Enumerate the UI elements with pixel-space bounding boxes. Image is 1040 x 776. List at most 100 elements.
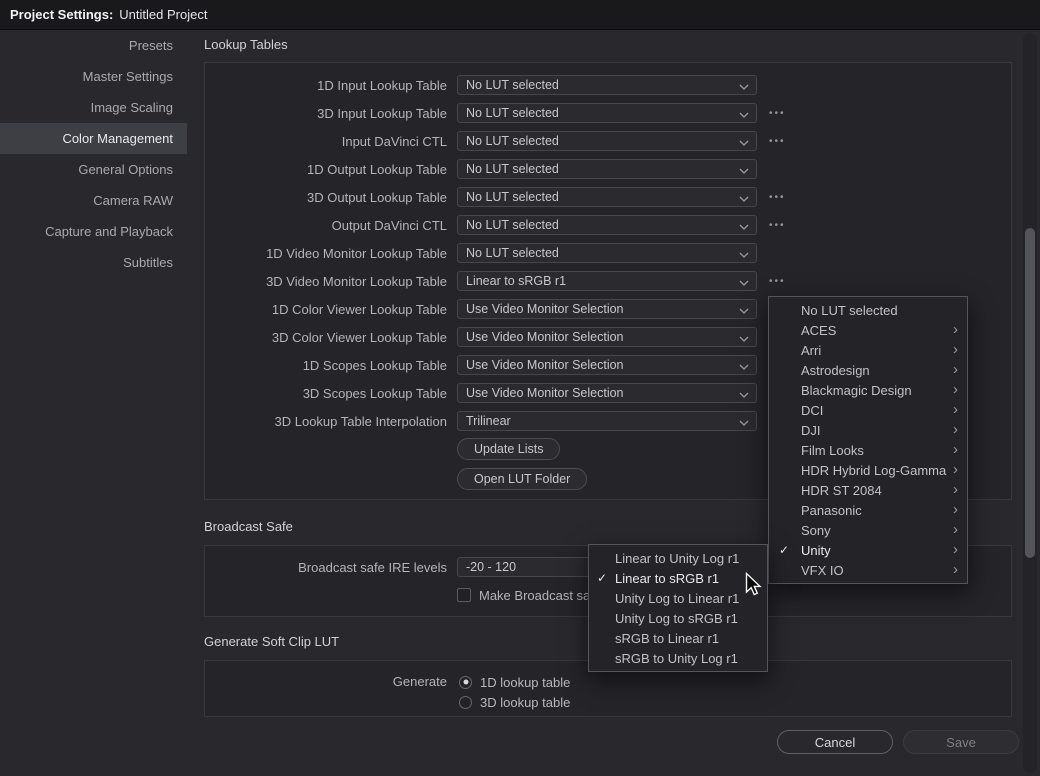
scrollbar-thumb[interactable] — [1025, 228, 1035, 558]
dropdown-value: Use Video Monitor Selection — [458, 302, 624, 316]
sidebar-item-image-scaling[interactable]: Image Scaling — [0, 92, 187, 123]
chevron-right-icon: › — [953, 482, 958, 497]
title-bar: Project Settings: Untitled Project — [0, 0, 1040, 30]
menu-item-panasonic[interactable]: ✓ Panasonic › — [769, 500, 967, 520]
submenu-item-srgb-to-unity-log-r1[interactable]: ✓ sRGB to Unity Log r1 — [589, 648, 767, 668]
more-options-button[interactable]: ••• — [769, 192, 786, 203]
sidebar-item-color-management[interactable]: Color Management — [0, 123, 187, 154]
make-broadcast-safe-checkbox[interactable] — [457, 588, 471, 602]
lut-row-label: Input DaVinci CTL — [205, 134, 447, 149]
update-lists-button[interactable]: Update Lists — [457, 438, 560, 460]
menu-item-unity[interactable]: ✓ Unity › — [769, 540, 967, 560]
radio-option-1d-lookup-table[interactable]: 1D lookup table — [459, 672, 570, 692]
sidebar-item-label: Master Settings — [83, 69, 173, 84]
submenu-item-linear-to-unity-log-r1[interactable]: ✓ Linear to Unity Log r1 — [589, 548, 767, 568]
chevron-right-icon: › — [953, 382, 958, 397]
chevron-right-icon: › — [953, 562, 958, 577]
lut-row: 1D Video Monitor Lookup Table No LUT sel… — [205, 239, 1011, 267]
lut-row-label: 3D Color Viewer Lookup Table — [205, 330, 447, 345]
lut-row: 3D Video Monitor Lookup Table Linear to … — [205, 267, 1011, 295]
dropdown-3d-color-viewer-lookup-table[interactable]: Use Video Monitor Selection — [457, 327, 757, 347]
dropdown-value: Trilinear — [458, 414, 511, 428]
menu-item-label: Sony — [801, 523, 831, 538]
lut-row: Output DaVinci CTL No LUT selected ••• — [205, 211, 1011, 239]
sidebar-item-camera-raw[interactable]: Camera RAW — [0, 185, 187, 216]
generate-radio-group: 1D lookup table 3D lookup table — [459, 672, 570, 712]
save-button[interactable]: Save — [903, 730, 1019, 754]
more-options-button[interactable]: ••• — [769, 276, 786, 287]
menu-item-label: Blackmagic Design — [801, 383, 912, 398]
more-options-button[interactable]: ••• — [769, 220, 786, 231]
dropdown-1d-input-lookup-table[interactable]: No LUT selected — [457, 75, 757, 95]
cancel-button[interactable]: Cancel — [777, 730, 893, 754]
sidebar-item-subtitles[interactable]: Subtitles — [0, 247, 187, 278]
dropdown-1d-scopes-lookup-table[interactable]: Use Video Monitor Selection — [457, 355, 757, 375]
menu-item-astrodesign[interactable]: ✓ Astrodesign › — [769, 360, 967, 380]
chevron-down-icon — [739, 84, 749, 90]
submenu-item-label: sRGB to Unity Log r1 — [615, 651, 738, 666]
open-lut-folder-button[interactable]: Open LUT Folder — [457, 468, 587, 490]
dropdown-value: No LUT selected — [458, 190, 559, 204]
submenu-item-label: Linear to Unity Log r1 — [615, 551, 739, 566]
dropdown-1d-color-viewer-lookup-table[interactable]: Use Video Monitor Selection — [457, 299, 757, 319]
project-settings-window: Project Settings: Untitled Project Prese… — [0, 0, 1040, 776]
menu-item-dji[interactable]: ✓ DJI › — [769, 420, 967, 440]
sidebar-item-capture-and-playback[interactable]: Capture and Playback — [0, 216, 187, 247]
window-title: Project Settings: — [10, 7, 113, 22]
submenu-item-label: Linear to sRGB r1 — [615, 571, 719, 586]
soft-clip-section-title: Generate Soft Clip LUT — [204, 634, 339, 649]
dropdown-1d-output-lookup-table[interactable]: No LUT selected — [457, 159, 757, 179]
sidebar-item-label: General Options — [78, 162, 173, 177]
menu-item-no-lut-selected[interactable]: ✓ No LUT selected › — [769, 300, 967, 320]
sidebar-item-presets[interactable]: Presets — [0, 30, 187, 61]
lut-row-label: 3D Scopes Lookup Table — [205, 386, 447, 401]
menu-item-hdr-hybrid-log-gamma[interactable]: ✓ HDR Hybrid Log-Gamma › — [769, 460, 967, 480]
dropdown-1d-video-monitor-lookup-table[interactable]: No LUT selected — [457, 243, 757, 263]
chevron-down-icon — [739, 252, 749, 258]
chevron-down-icon — [739, 280, 749, 286]
generate-row: Generate 1D lookup table 3D lookup table — [205, 672, 1011, 712]
dropdown-3d-output-lookup-table[interactable]: No LUT selected — [457, 187, 757, 207]
lut-row: 3D Output Lookup Table No LUT selected •… — [205, 183, 1011, 211]
lut-row-label: Output DaVinci CTL — [205, 218, 447, 233]
dropdown-value: Linear to sRGB r1 — [458, 274, 566, 288]
menu-item-label: Panasonic — [801, 503, 862, 518]
lut-row-label: 1D Scopes Lookup Table — [205, 358, 447, 373]
menu-item-label: Astrodesign — [801, 363, 870, 378]
menu-item-film-looks[interactable]: ✓ Film Looks › — [769, 440, 967, 460]
sidebar-item-master-settings[interactable]: Master Settings — [0, 61, 187, 92]
lut-row-label: 3D Video Monitor Lookup Table — [205, 274, 447, 289]
dropdown-3d-input-lookup-table[interactable]: No LUT selected — [457, 103, 757, 123]
sidebar-item-general-options[interactable]: General Options — [0, 154, 187, 185]
lut-context-menu: ✓ No LUT selected › ✓ ACES › ✓ Arri › ✓ … — [768, 296, 968, 584]
menu-item-label: Arri — [801, 343, 821, 358]
more-options-button[interactable]: ••• — [769, 136, 786, 147]
sidebar-item-label: Color Management — [62, 131, 173, 146]
menu-item-sony[interactable]: ✓ Sony › — [769, 520, 967, 540]
lut-row-label: 1D Color Viewer Lookup Table — [205, 302, 447, 317]
menu-item-arri[interactable]: ✓ Arri › — [769, 340, 967, 360]
chevron-right-icon: › — [953, 462, 958, 477]
submenu-item-unity-log-to-linear-r1[interactable]: ✓ Unity Log to Linear r1 — [589, 588, 767, 608]
menu-item-vfx-io[interactable]: ✓ VFX IO › — [769, 560, 967, 580]
ire-levels-label: Broadcast safe IRE levels — [205, 560, 447, 575]
dropdown-3d-scopes-lookup-table[interactable]: Use Video Monitor Selection — [457, 383, 757, 403]
menu-item-hdr-st-2084[interactable]: ✓ HDR ST 2084 › — [769, 480, 967, 500]
dropdown-output-davinci-ctl[interactable]: No LUT selected — [457, 215, 757, 235]
dropdown-input-davinci-ctl[interactable]: No LUT selected — [457, 131, 757, 151]
submenu-item-srgb-to-linear-r1[interactable]: ✓ sRGB to Linear r1 — [589, 628, 767, 648]
radio-option-label: 3D lookup table — [480, 695, 570, 710]
menu-item-aces[interactable]: ✓ ACES › — [769, 320, 967, 340]
dropdown-3d-lookup-table-interpolation[interactable]: Trilinear — [457, 411, 757, 431]
menu-item-blackmagic-design[interactable]: ✓ Blackmagic Design › — [769, 380, 967, 400]
dropdown-3d-video-monitor-lookup-table[interactable]: Linear to sRGB r1 — [457, 271, 757, 291]
submenu-item-unity-log-to-srgb-r1[interactable]: ✓ Unity Log to sRGB r1 — [589, 608, 767, 628]
dropdown-value: No LUT selected — [458, 162, 559, 176]
radio-option-3d-lookup-table[interactable]: 3D lookup table — [459, 692, 570, 712]
chevron-down-icon — [739, 308, 749, 314]
more-options-button[interactable]: ••• — [769, 108, 786, 119]
menu-item-dci[interactable]: ✓ DCI › — [769, 400, 967, 420]
lut-row-label: 1D Video Monitor Lookup Table — [205, 246, 447, 261]
lut-row-label: 3D Lookup Table Interpolation — [205, 414, 447, 429]
submenu-item-linear-to-srgb-r1[interactable]: ✓ Linear to sRGB r1 — [589, 568, 767, 588]
